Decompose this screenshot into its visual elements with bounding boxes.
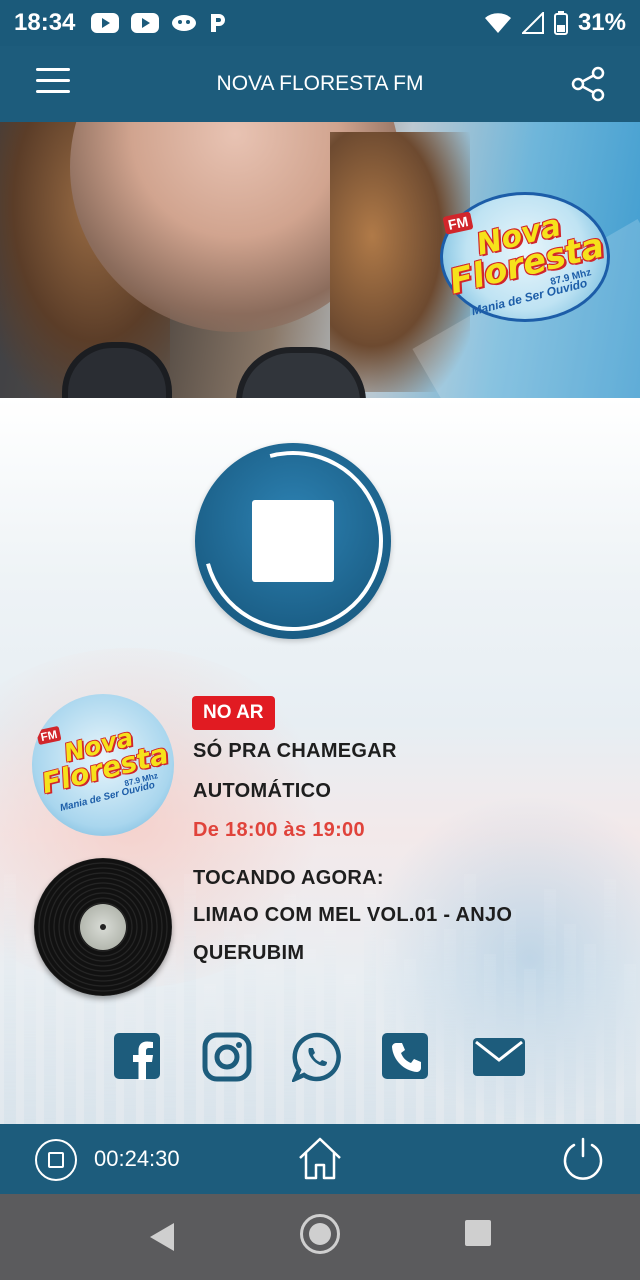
now-playing-label: TOCANDO AGORA:	[193, 867, 384, 889]
program-host: AUTOMÁTICO	[193, 780, 332, 802]
menu-icon[interactable]	[36, 68, 70, 98]
on-air-badge: NO AR	[192, 696, 275, 730]
app-bar: NOVA FLORESTA FM	[0, 46, 640, 122]
system-icons: 31%	[484, 9, 626, 37]
mini-stop-button[interactable]	[35, 1139, 77, 1181]
vinyl-record-icon	[34, 858, 172, 996]
signal-icon	[521, 12, 544, 34]
now-playing-track-cont: QUERUBIM	[193, 942, 305, 964]
app-title: NOVA FLORESTA FM	[216, 72, 424, 95]
battery-icon	[553, 11, 568, 35]
now-playing-track: LIMAO COM MEL VOL.01 - ANJO	[193, 904, 513, 926]
youtube-icon	[131, 13, 160, 33]
player-bar: 00:24:30	[0, 1124, 640, 1194]
status-bar: 18:34 31%	[0, 0, 640, 46]
stop-icon	[48, 1152, 64, 1168]
program-name: SÓ PRA CHAMEGAR	[193, 740, 397, 762]
power-icon[interactable]	[560, 1136, 606, 1182]
share-icon[interactable]	[570, 66, 606, 102]
battery-level: 31%	[577, 9, 626, 36]
stop-button[interactable]	[170, 418, 416, 664]
pandora-icon	[211, 14, 226, 32]
status-time: 18:34	[14, 9, 76, 36]
social-links	[0, 1032, 640, 1082]
nav-home-button[interactable]	[300, 1214, 340, 1254]
station-logo: FM Nova Floresta 87.9 Mhz Mania de Ser O…	[440, 192, 610, 322]
system-nav-bar	[0, 1194, 640, 1280]
program-schedule: De 18:00 às 19:00	[193, 819, 365, 841]
player-area: FM Nova Floresta 87.9 Mhz Mania de Ser O…	[0, 398, 640, 1124]
elapsed-time: 00:24:30	[94, 1146, 180, 1171]
stop-icon	[252, 500, 334, 582]
youtube-icon	[91, 13, 120, 33]
facebook-icon[interactable]	[113, 1032, 163, 1082]
whatsapp-icon[interactable]	[292, 1032, 342, 1082]
recent-apps-icon[interactable]	[465, 1220, 491, 1246]
notification-icons	[91, 12, 227, 34]
header-banner: FM Nova Floresta 87.9 Mhz Mania de Ser O…	[0, 122, 640, 398]
home-icon[interactable]	[296, 1134, 344, 1182]
email-icon[interactable]	[472, 1032, 526, 1082]
program-logo: FM Nova Floresta 87.9 Mhz Mania de Ser O…	[32, 694, 174, 836]
wifi-icon	[484, 13, 511, 33]
instagram-icon[interactable]	[202, 1032, 252, 1082]
app-icon	[172, 15, 197, 31]
phone-icon[interactable]	[381, 1032, 431, 1082]
back-icon[interactable]	[148, 1221, 176, 1253]
